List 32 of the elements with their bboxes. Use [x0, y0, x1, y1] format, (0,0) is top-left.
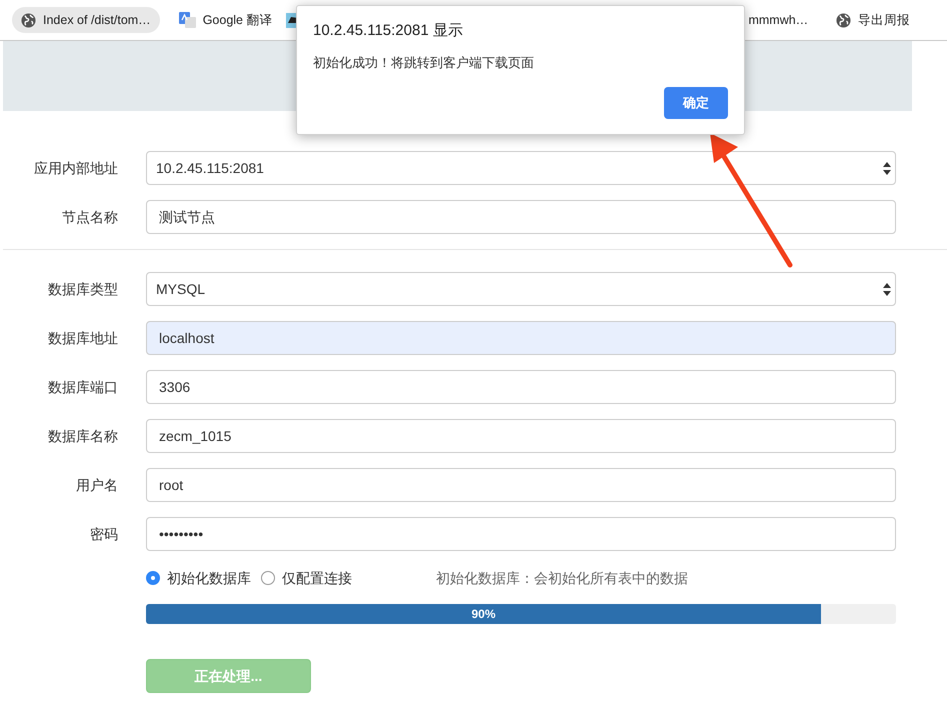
bookmark[interactable]: Google 翻译	[170, 6, 282, 34]
input-field[interactable]: •••••••••	[146, 517, 896, 551]
progress-fill: 90%	[146, 604, 821, 624]
input-field[interactable]: root	[146, 468, 896, 502]
globe-icon	[836, 12, 852, 28]
translate-icon	[178, 12, 196, 28]
dialog-title: 10.2.45.115:2081 显示	[313, 21, 464, 41]
field-label: 用户名	[75, 476, 119, 494]
bookmark[interactable]: mmmwh…	[739, 6, 818, 34]
input-field[interactable]: zecm_1015	[146, 419, 896, 453]
updown-caret-icon	[883, 162, 891, 174]
select-field[interactable]: 10.2.45.115:2081	[146, 151, 896, 185]
updown-caret-icon	[883, 282, 891, 296]
select-field[interactable]: MYSQL	[146, 272, 896, 306]
input-field[interactable]: localhost	[146, 321, 896, 355]
input-field[interactable]: 测试节点	[146, 200, 896, 234]
globe-icon	[21, 12, 36, 28]
field-label: 应用内部地址	[33, 158, 119, 178]
input-field[interactable]: 3306	[146, 370, 896, 404]
field-label: 数据库端口	[47, 378, 119, 396]
radio-option[interactable]: 初始化数据库	[146, 568, 251, 588]
bookmark[interactable]: 导出周报	[827, 6, 920, 34]
field-label: 密码	[89, 524, 119, 544]
field-label: 数据库名称	[47, 426, 119, 446]
radio-option[interactable]: 仅配置连接	[261, 568, 352, 588]
field-label: 节点名称	[61, 208, 119, 226]
ok-button[interactable]: 确定	[664, 87, 728, 119]
bookmark[interactable]: Index of /dist/tom…	[12, 6, 160, 34]
field-label: 数据库地址	[47, 328, 119, 348]
hint-text: 初始化数据库：会初始化所有表中的数据	[436, 568, 688, 588]
dialog-message: 初始化成功！将跳转到客户端下载页面	[313, 54, 535, 72]
field-label: 数据库类型	[47, 280, 119, 298]
